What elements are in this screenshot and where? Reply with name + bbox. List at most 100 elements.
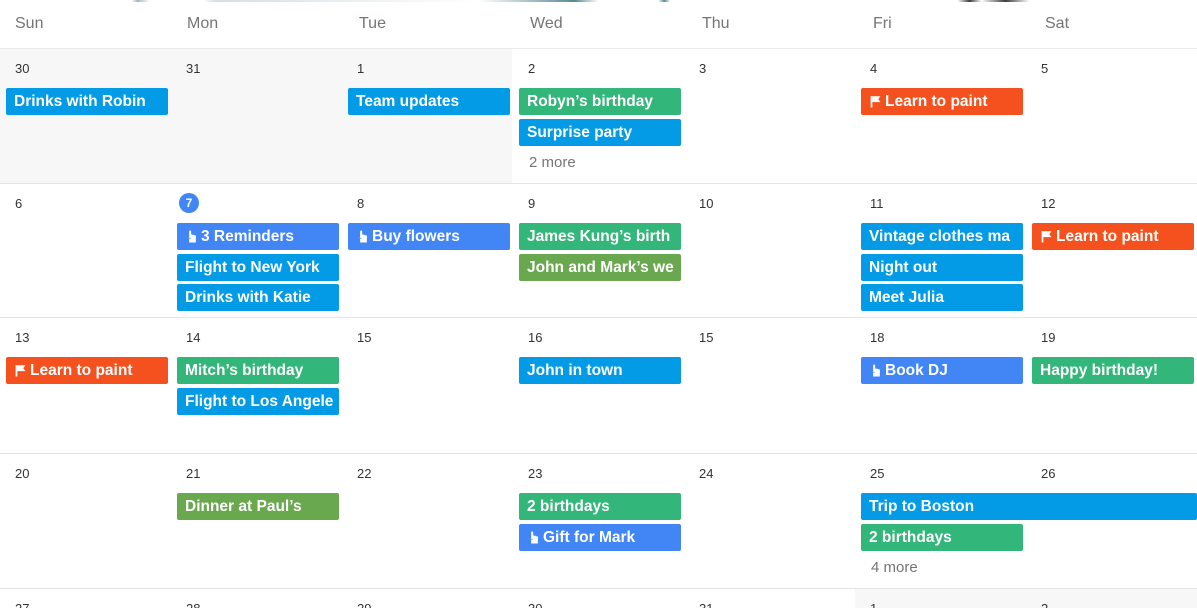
reminder-hand-icon bbox=[185, 230, 198, 243]
day-number[interactable]: 6 bbox=[15, 196, 22, 211]
day-number[interactable]: 26 bbox=[1041, 466, 1055, 481]
day-number[interactable]: 5 bbox=[1041, 61, 1048, 76]
day-number[interactable]: 19 bbox=[1041, 330, 1055, 345]
week-divider bbox=[0, 588, 1197, 589]
day-number[interactable]: 14 bbox=[186, 330, 200, 345]
week-divider bbox=[0, 453, 1197, 454]
event-chip[interactable]: 3 Reminders bbox=[177, 223, 339, 250]
day-number[interactable]: 12 bbox=[1041, 196, 1055, 211]
event-title: 2 birthdays bbox=[869, 528, 952, 546]
event-chip[interactable]: Buy flowers bbox=[348, 223, 510, 250]
event-chip[interactable]: John in town bbox=[519, 357, 681, 384]
day-number[interactable]: 3 bbox=[699, 61, 706, 76]
day-number[interactable]: 4 bbox=[870, 61, 877, 76]
event-title: 2 birthdays bbox=[527, 498, 610, 515]
event-title: John and Mark’s we bbox=[527, 258, 674, 276]
day-number[interactable]: 30 bbox=[15, 61, 29, 76]
dow-wed: Wed bbox=[530, 15, 563, 32]
event-chip[interactable]: Happy birthday! bbox=[1032, 357, 1194, 384]
event-chip[interactable]: Flight to New York bbox=[177, 253, 339, 281]
reminder-hand-icon bbox=[869, 364, 882, 377]
event-title: Vintage clothes ma bbox=[869, 228, 1010, 245]
event-title: Flight to Los Angele bbox=[185, 392, 334, 410]
event-chip[interactable]: Trip to Boston bbox=[861, 493, 1197, 520]
day-number[interactable]: 27 bbox=[15, 601, 29, 608]
day-number[interactable]: 25 bbox=[870, 466, 884, 481]
day-number[interactable]: 15 bbox=[357, 330, 371, 345]
day-number[interactable]: 23 bbox=[528, 466, 542, 481]
event-title: Book DJ bbox=[885, 362, 948, 379]
event-title: Meet Julia bbox=[869, 289, 944, 306]
day-number[interactable]: 1 bbox=[357, 61, 364, 76]
event-title: 3 Reminders bbox=[201, 228, 295, 245]
today-date-badge[interactable]: 7 bbox=[179, 193, 199, 213]
event-chip[interactable]: Book DJ bbox=[861, 357, 1023, 384]
day-number[interactable]: 2 bbox=[1041, 601, 1048, 608]
event-chip[interactable]: Team updates bbox=[348, 88, 510, 115]
event-chip[interactable]: Gift for Mark bbox=[519, 523, 681, 551]
day-number[interactable]: 1 bbox=[870, 601, 877, 608]
event-title: John in town bbox=[527, 362, 623, 379]
more-events-link[interactable]: 2 more bbox=[529, 154, 576, 171]
event-chip[interactable]: Drinks with Katie bbox=[177, 284, 339, 311]
day-number[interactable]: 9 bbox=[528, 196, 535, 211]
day-number[interactable]: 8 bbox=[357, 196, 364, 211]
reminder-hand-icon bbox=[527, 531, 540, 544]
day-number[interactable]: 30 bbox=[528, 601, 542, 608]
week-divider bbox=[0, 183, 1197, 184]
event-chip[interactable]: Learn to paint bbox=[861, 88, 1023, 115]
event-chip[interactable]: Dinner at Paul’s bbox=[177, 493, 339, 520]
event-title: Learn to paint bbox=[885, 93, 988, 110]
event-chip[interactable]: 2 birthdays bbox=[519, 493, 681, 520]
day-number[interactable]: 31 bbox=[699, 601, 713, 608]
dow-thu: Thu bbox=[702, 15, 730, 32]
day-number[interactable]: 18 bbox=[870, 330, 884, 345]
day-number[interactable]: 24 bbox=[699, 466, 713, 481]
day-number[interactable]: 21 bbox=[186, 466, 200, 481]
day-number[interactable]: 28 bbox=[186, 601, 200, 608]
event-title: Happy birthday! bbox=[1040, 362, 1158, 379]
out-of-month-bg bbox=[0, 49, 512, 183]
event-title: Learn to paint bbox=[30, 362, 133, 379]
dow-tue: Tue bbox=[359, 15, 386, 32]
day-number[interactable]: 11 bbox=[870, 196, 884, 211]
dow-sat: Sat bbox=[1045, 15, 1070, 32]
more-events-link[interactable]: 4 more bbox=[871, 559, 918, 576]
day-number[interactable]: 31 bbox=[186, 61, 200, 76]
day-number[interactable]: 15 bbox=[699, 330, 713, 345]
event-chip[interactable]: Vintage clothes ma bbox=[861, 223, 1023, 250]
event-chip[interactable]: John and Mark’s we bbox=[519, 253, 681, 281]
event-chip[interactable]: James Kung’s birth bbox=[519, 223, 681, 250]
event-chip[interactable]: Meet Julia bbox=[861, 284, 1023, 311]
event-title: Drinks with Katie bbox=[185, 289, 311, 306]
day-number[interactable]: 16 bbox=[528, 330, 542, 345]
event-title: Flight to New York bbox=[185, 258, 320, 276]
flag-icon bbox=[869, 95, 882, 108]
day-number[interactable]: 20 bbox=[15, 466, 29, 481]
event-title: Robyn’s birthday bbox=[527, 93, 654, 110]
event-chip[interactable]: Learn to paint bbox=[1032, 223, 1194, 250]
event-chip[interactable]: Night out bbox=[861, 253, 1023, 281]
event-chip[interactable]: Mitch’s birthday bbox=[177, 357, 339, 384]
calendar-month-view: Sun Mon Tue Wed Thu Fri Sat 30 31 1 2 3 4 5 Dri… bbox=[0, 0, 1197, 608]
event-title: Mitch’s birthday bbox=[185, 362, 304, 379]
event-chip[interactable]: 2 birthdays bbox=[861, 523, 1023, 551]
event-title: Drinks with Robin bbox=[14, 93, 146, 110]
event-chip[interactable]: Drinks with Robin bbox=[6, 88, 168, 115]
event-chip[interactable]: Surprise party bbox=[519, 118, 681, 146]
event-chip[interactable]: Flight to Los Angele bbox=[177, 387, 339, 415]
day-of-week-header: Sun Mon Tue Wed Thu Fri Sat bbox=[0, 0, 1197, 49]
event-chip[interactable]: Robyn’s birthday bbox=[519, 88, 681, 115]
dow-mon: Mon bbox=[187, 15, 219, 32]
day-number[interactable]: 13 bbox=[15, 330, 29, 345]
event-title: Dinner at Paul’s bbox=[185, 498, 302, 515]
event-title: Surprise party bbox=[527, 123, 633, 141]
day-number[interactable]: 22 bbox=[357, 466, 371, 481]
event-title: Learn to paint bbox=[1056, 228, 1159, 245]
day-number[interactable]: 10 bbox=[699, 196, 713, 211]
day-number[interactable]: 2 bbox=[528, 61, 535, 76]
day-number[interactable]: 29 bbox=[357, 601, 371, 608]
event-title: Team updates bbox=[356, 93, 460, 110]
event-title: Trip to Boston bbox=[869, 498, 975, 515]
event-chip[interactable]: Learn to paint bbox=[6, 357, 168, 384]
